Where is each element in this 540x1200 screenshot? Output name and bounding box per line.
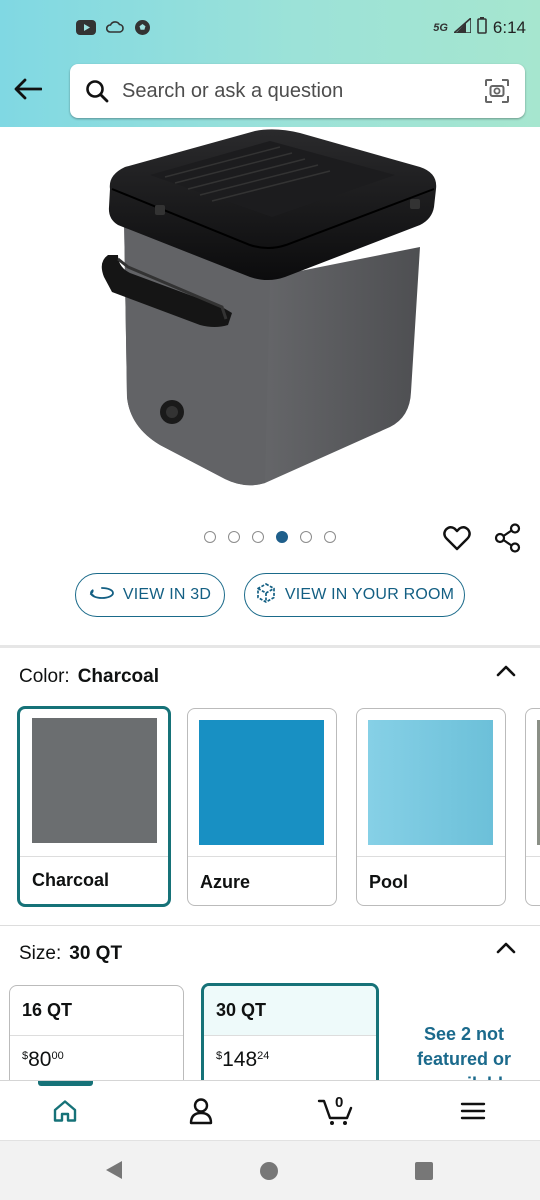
size-option-16qt[interactable]: 16 QT $8000 bbox=[9, 985, 184, 1095]
nav-account[interactable] bbox=[166, 1081, 236, 1141]
rotate-3d-icon bbox=[89, 585, 115, 606]
view-in-3d-label: VIEW IN 3D bbox=[122, 586, 212, 603]
nav-home[interactable] bbox=[30, 1081, 100, 1141]
divider bbox=[0, 925, 540, 926]
carousel-dot[interactable] bbox=[324, 531, 336, 543]
color-option-pool[interactable]: Pool bbox=[356, 708, 506, 906]
search-icon bbox=[85, 79, 109, 108]
product-image[interactable] bbox=[0, 127, 540, 522]
signal-icon bbox=[451, 16, 472, 38]
color-chip bbox=[199, 720, 324, 845]
hamburger-menu-icon bbox=[460, 1102, 486, 1120]
color-chip bbox=[368, 720, 493, 845]
view-in-3d-button[interactable]: VIEW IN 3D bbox=[75, 573, 225, 617]
share-icon[interactable] bbox=[494, 523, 522, 558]
chevron-up-icon[interactable] bbox=[496, 941, 516, 960]
size-option-label: 16 QT bbox=[22, 1000, 73, 1020]
system-nav-bar bbox=[0, 1140, 540, 1200]
size-label: Size: bbox=[19, 943, 62, 964]
arrow-left-icon bbox=[14, 78, 42, 100]
color-selected-value: Charcoal bbox=[77, 666, 159, 687]
carousel-dot[interactable] bbox=[204, 531, 216, 543]
person-icon bbox=[189, 1098, 213, 1125]
color-option-name: Charcoal bbox=[32, 870, 110, 890]
youtube-icon bbox=[76, 20, 96, 40]
back-button[interactable] bbox=[12, 74, 44, 104]
ar-cube-icon bbox=[255, 582, 277, 609]
carousel-dot-active[interactable] bbox=[276, 531, 288, 543]
header: 5G 6:14 Search or ask a question bbox=[0, 0, 540, 127]
color-chip bbox=[32, 718, 157, 843]
home-circle-icon[interactable] bbox=[259, 1161, 279, 1186]
color-option-azure[interactable]: Azure bbox=[187, 708, 337, 906]
size-option-price: $8000 bbox=[22, 1048, 64, 1071]
color-option-name: Azure bbox=[200, 872, 251, 892]
size-option-30qt[interactable]: 30 QT $14824 bbox=[201, 983, 379, 1095]
cloud-icon bbox=[105, 20, 124, 40]
color-section-label: Color: Charcoal bbox=[19, 666, 159, 688]
carousel-dot[interactable] bbox=[300, 531, 312, 543]
color-label: Color: bbox=[19, 666, 70, 687]
battery-icon bbox=[477, 17, 487, 39]
home-icon bbox=[53, 1100, 77, 1122]
view-in-your-room-label: VIEW IN YOUR ROOM bbox=[284, 586, 455, 603]
size-selected-value: 30 QT bbox=[69, 943, 123, 964]
product-page: 5G 6:14 Search or ask a question VIEW IN… bbox=[0, 0, 540, 1200]
size-option-label: 30 QT bbox=[216, 1000, 267, 1020]
bottom-nav: 0 bbox=[0, 1080, 540, 1140]
chevron-up-icon[interactable] bbox=[496, 664, 516, 683]
clock: 6:14 bbox=[492, 18, 526, 37]
camera-search-icon[interactable] bbox=[484, 78, 510, 109]
divider bbox=[0, 645, 540, 648]
nav-menu[interactable] bbox=[438, 1081, 508, 1141]
carousel-dot[interactable] bbox=[252, 531, 264, 543]
color-option-name: Pool bbox=[369, 872, 408, 892]
size-option-price: $14824 bbox=[216, 1048, 270, 1071]
color-option-charcoal[interactable]: Charcoal bbox=[17, 706, 171, 907]
nav-cart[interactable]: 0 bbox=[301, 1081, 371, 1141]
network-type: 5G bbox=[433, 22, 448, 34]
status-bar: 5G 6:14 bbox=[0, 0, 540, 56]
image-carousel-dots bbox=[204, 531, 336, 543]
search-input[interactable]: Search or ask a question bbox=[122, 80, 343, 103]
search-bar[interactable]: Search or ask a question bbox=[70, 64, 525, 118]
color-option-more[interactable] bbox=[525, 708, 540, 906]
heart-icon[interactable] bbox=[443, 525, 471, 556]
view-in-your-room-button[interactable]: VIEW IN YOUR ROOM bbox=[244, 573, 465, 617]
size-section-label: Size: 30 QT bbox=[19, 943, 122, 965]
soccer-icon bbox=[134, 19, 151, 41]
cart-count: 0 bbox=[335, 1094, 344, 1111]
carousel-dot[interactable] bbox=[228, 531, 240, 543]
recents-square-icon[interactable] bbox=[414, 1161, 434, 1186]
back-triangle-icon[interactable] bbox=[104, 1159, 124, 1186]
